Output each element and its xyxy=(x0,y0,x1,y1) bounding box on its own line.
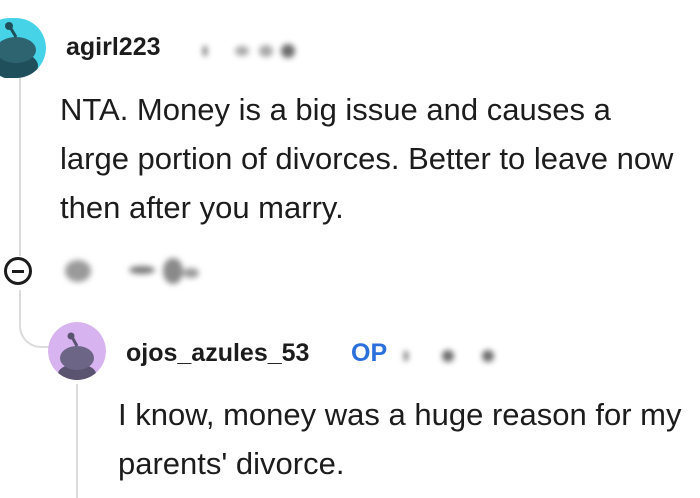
comment-username[interactable]: agirl223 xyxy=(66,33,161,62)
avatar[interactable] xyxy=(48,322,106,380)
reddit-snoo-icon xyxy=(0,18,46,78)
thread-connector xyxy=(19,290,51,348)
thread-line-child xyxy=(76,384,78,498)
comment-actions xyxy=(55,250,215,294)
comment-metadata xyxy=(195,36,305,66)
comment-body: NTA. Money is a big issue and causes a l… xyxy=(60,92,674,225)
comment-body: I know, money was a huge reason for my p… xyxy=(118,397,682,481)
comment-username[interactable]: ojos_azules_53 xyxy=(126,339,309,368)
comment-metadata xyxy=(398,342,498,372)
op-badge: OP xyxy=(351,339,388,367)
collapse-minus-icon[interactable] xyxy=(4,257,32,285)
avatar[interactable] xyxy=(0,18,46,78)
reddit-snoo-icon xyxy=(48,322,106,380)
thread-line-parent xyxy=(19,78,21,256)
